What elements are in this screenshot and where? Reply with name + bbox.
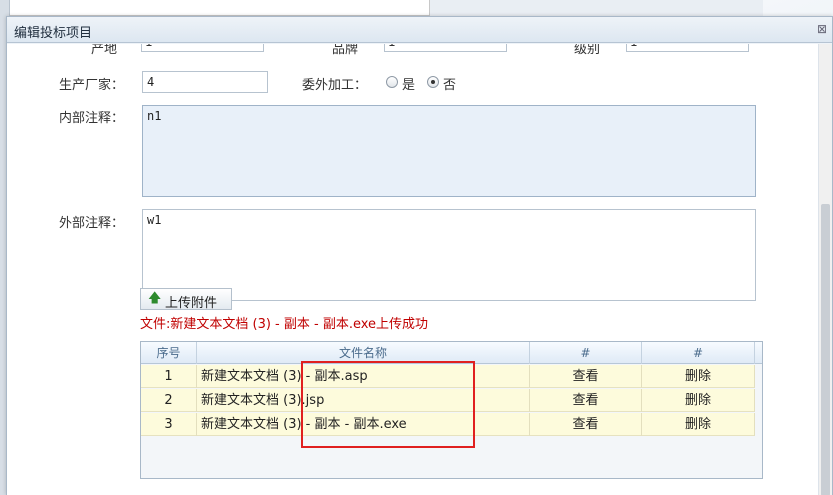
row-filename: 新建文本文档 (3).jsp (197, 389, 530, 412)
table-row: 2 新建文本文档 (3).jsp 查看 删除 (141, 389, 755, 412)
manufacturer-label: 生产厂家： (59, 78, 125, 93)
outsource-no-label[interactable]: 否 (443, 74, 456, 93)
brand-input[interactable]: 1 (384, 44, 507, 52)
delete-link[interactable]: 删除 (642, 365, 755, 388)
row-filename: 新建文本文档 (3) - 副本 - 副本.exe (197, 413, 530, 436)
row-no: 3 (141, 413, 197, 436)
attachment-table: 序号 文件名称 # # 1 新建文本文档 (3) - 副本.asp 查看 删除 … (140, 341, 763, 479)
manufacturer-input[interactable]: 4 (142, 71, 268, 93)
dialog-titlebar: 编辑投标项目 ⊠ (7, 17, 832, 43)
close-icon[interactable]: ⊠ (816, 22, 828, 36)
origin-label: 产地 (91, 44, 118, 56)
cut-off-row: 产地 1 品牌 1 级别 1 (7, 44, 819, 56)
view-link[interactable]: 查看 (530, 413, 642, 436)
header-no: 序号 (141, 342, 197, 364)
row-no: 1 (141, 365, 197, 388)
internal-note-label: 内部注释： (59, 111, 125, 126)
header-filename: 文件名称 (197, 342, 530, 364)
row-no: 2 (141, 389, 197, 412)
table-header: 序号 文件名称 # # (141, 342, 762, 364)
delete-link[interactable]: 删除 (642, 413, 755, 436)
grade-label: 级别 (574, 44, 601, 56)
grade-input[interactable]: 1 (626, 44, 749, 52)
row-filename: 新建文本文档 (3) - 副本.asp (197, 365, 530, 388)
table-row: 3 新建文本文档 (3) - 副本 - 副本.exe 查看 删除 (141, 413, 755, 436)
view-link[interactable]: 查看 (530, 365, 642, 388)
outsource-label: 委外加工： (302, 78, 368, 93)
internal-note-textarea[interactable]: n1 (142, 105, 756, 197)
outsource-yes-label[interactable]: 是 (402, 74, 415, 93)
brand-label: 品牌 (332, 44, 359, 56)
view-link[interactable]: 查看 (530, 389, 642, 412)
upload-arrow-icon: 🡅 (148, 291, 162, 306)
header-view: # (530, 342, 642, 364)
delete-link[interactable]: 删除 (642, 389, 755, 412)
external-note-textarea[interactable]: w1 (142, 209, 756, 301)
origin-input[interactable]: 1 (141, 44, 264, 52)
dialog-title: 编辑投标项目 (14, 26, 93, 41)
header-delete: # (642, 342, 755, 364)
dialog-scrollbar[interactable] (818, 44, 832, 495)
external-note-label: 外部注释： (59, 216, 125, 231)
table-row: 1 新建文本文档 (3) - 副本.asp 查看 删除 (141, 365, 755, 388)
upload-status-message: 文件:新建文本文档 (3) - 副本 - 副本.exe上传成功 (140, 317, 429, 332)
outsource-yes-radio[interactable] (386, 76, 398, 88)
scrollbar-thumb[interactable] (821, 204, 830, 495)
upload-attachment-button[interactable]: 🡅 上传附件 (140, 288, 232, 311)
background-input (0, 0, 430, 16)
outsource-no-radio[interactable] (427, 76, 439, 88)
